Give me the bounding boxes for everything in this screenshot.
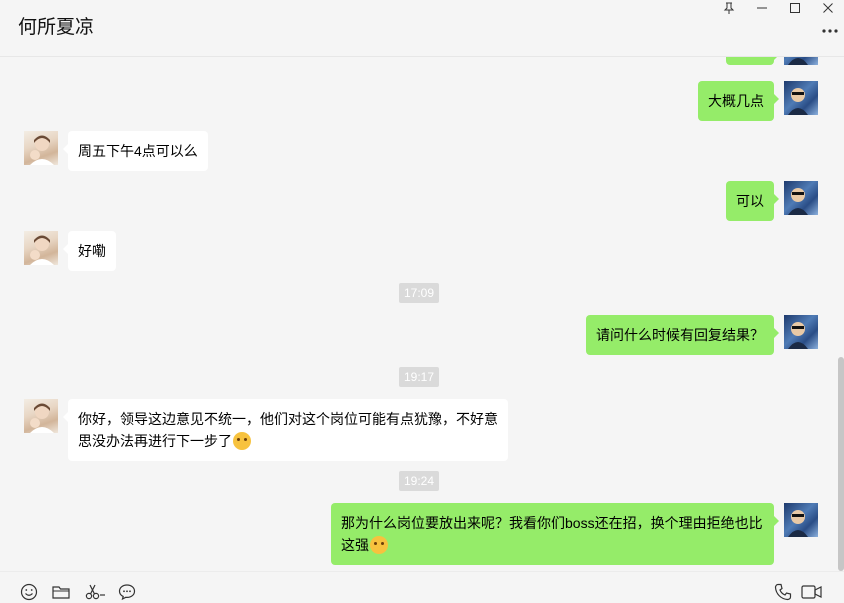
chat-header: 何所夏凉 <box>0 0 844 57</box>
video-icon[interactable] <box>801 582 823 602</box>
emoji-icon[interactable] <box>19 582 39 602</box>
message-text: 那为什么岗位要放出来呢？我看你们boss还在招，换个理由拒绝也比 <box>341 515 763 531</box>
message-bubble-outgoing[interactable]: 大概几点 <box>698 81 779 121</box>
scissors-icon[interactable] <box>84 582 106 602</box>
message-text: 请问什么时候有回复结果？ <box>596 327 764 343</box>
message-bubble-outgoing[interactable] <box>726 57 779 65</box>
more-icon[interactable] <box>820 24 840 38</box>
avatar[interactable] <box>784 57 818 65</box>
minimize-icon[interactable] <box>745 0 778 16</box>
close-icon[interactable] <box>811 0 844 16</box>
message-text: 可以 <box>736 193 764 209</box>
phone-icon[interactable] <box>773 582 793 602</box>
avatar[interactable] <box>24 399 58 433</box>
avatar[interactable] <box>784 81 818 115</box>
message-bubble-incoming[interactable]: 周五下午4点可以么 <box>63 131 208 171</box>
folder-icon[interactable] <box>51 582 71 602</box>
window-controls <box>712 0 844 16</box>
maximize-icon[interactable] <box>778 0 811 16</box>
avatar[interactable] <box>24 231 58 265</box>
message-text: 这强 <box>341 537 369 553</box>
message-text: 周五下午4点可以么 <box>78 143 198 159</box>
message-bubble-incoming[interactable]: 你好，领导这边意见不统一，他们对这个岗位可能有点犹豫，不好意 思没办法再进行下一… <box>63 399 508 461</box>
input-toolbar <box>0 571 844 603</box>
avatar[interactable] <box>784 503 818 537</box>
avatar[interactable] <box>784 181 818 215</box>
message-list[interactable]: 大概几点 周五下午4点可以么 可以 好嘞 17:09 请问什么时候有回复结果？ … <box>0 57 844 571</box>
message-text-line2: 这强 <box>341 534 764 556</box>
message-text: 好嘞 <box>78 243 106 259</box>
chat-bubble-icon[interactable] <box>117 582 137 602</box>
message-bubble-outgoing[interactable]: 可以 <box>726 181 779 221</box>
pin-icon[interactable] <box>712 0 745 16</box>
timestamp: 19:17 <box>399 367 440 387</box>
timestamp: 19:24 <box>399 471 440 491</box>
scrollbar[interactable] <box>838 357 844 571</box>
avatar[interactable] <box>784 315 818 349</box>
emoji-icon <box>370 536 388 554</box>
emoji-icon <box>233 432 251 450</box>
chat-title: 何所夏凉 <box>18 17 95 38</box>
message-text: 思没办法再进行下一步了 <box>78 433 232 449</box>
message-bubble-incoming[interactable]: 好嘞 <box>63 231 116 271</box>
timestamp: 17:09 <box>399 283 440 303</box>
message-text-line2: 思没办法再进行下一步了 <box>78 430 498 452</box>
message-bubble-outgoing[interactable]: 请问什么时候有回复结果？ <box>586 315 779 355</box>
message-bubble-outgoing[interactable]: 那为什么岗位要放出来呢？我看你们boss还在招，换个理由拒绝也比 这强 <box>331 503 779 565</box>
message-text: 大概几点 <box>708 93 764 109</box>
message-text: 你好，领导这边意见不统一，他们对这个岗位可能有点犹豫，不好意 <box>78 411 498 427</box>
avatar[interactable] <box>24 131 58 165</box>
